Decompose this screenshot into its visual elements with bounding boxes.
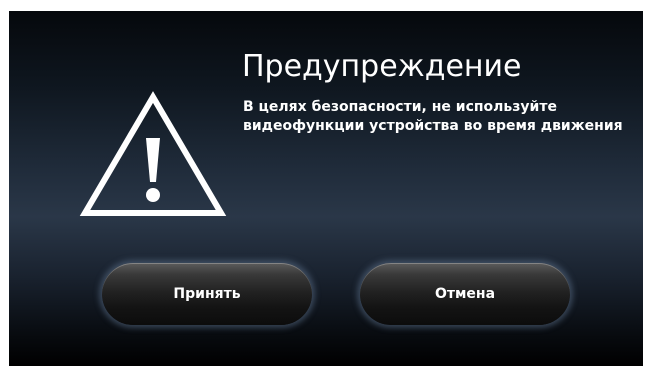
warning-dialog: Предупреждение В целях безопасности, не …	[9, 11, 643, 366]
accept-button[interactable]: Принять	[102, 263, 312, 325]
dialog-message: В целях безопасности, не используйте вид…	[243, 99, 623, 134]
dialog-title: Предупреждение	[242, 49, 522, 84]
warning-icon	[79, 91, 227, 216]
cancel-button[interactable]: Отмена	[360, 263, 570, 325]
